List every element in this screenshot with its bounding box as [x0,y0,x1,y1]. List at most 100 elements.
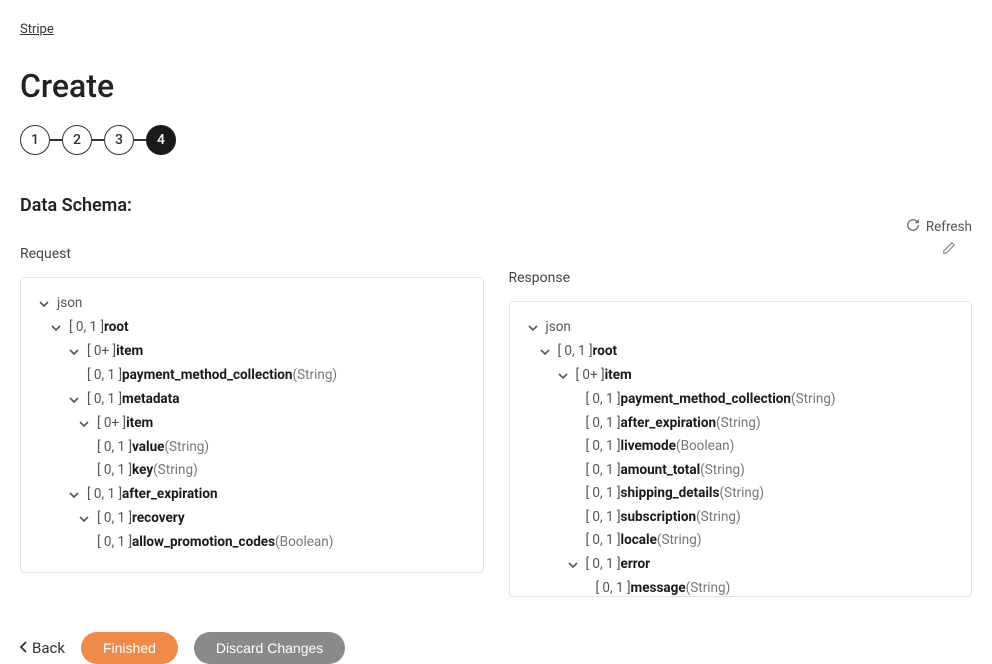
request-node-after_expiration[interactable]: [ 0, 1 ] after_expiration [37,483,467,507]
request-node-metadata[interactable]: [ 0, 1 ] metadata [37,388,467,412]
response-node-livemode[interactable]: [ 0, 1 ] livemode (Boolean) [526,435,956,459]
chevron-down-icon[interactable] [556,369,570,383]
node-type: (String) [719,487,764,501]
cardinality-label: [ 0, 1 ] [69,321,104,335]
node-name: key [132,464,153,478]
back-button[interactable]: Back [20,639,65,657]
cardinality-label: [ 0, 1 ] [586,440,621,454]
request-node-allow_promotion_codes[interactable]: [ 0, 1 ] allow_promotion_codes (Boolean) [37,531,467,555]
response-schema-box[interactable]: json[ 0, 1 ] root[ 0+ ] item[ 0, 1 ] pay… [509,301,973,597]
node-name: after_expiration [122,488,217,502]
discard-changes-button[interactable]: Discard Changes [194,632,345,664]
node-name: shipping_details [621,487,720,501]
request-node-item[interactable]: [ 0+ ] item [37,340,467,364]
cardinality-label: [ 0, 1 ] [97,536,132,550]
pencil-icon [942,240,956,259]
refresh-button[interactable]: Refresh [906,217,972,236]
cardinality-label: [ 0, 1 ] [586,393,621,407]
node-name: value [132,441,164,455]
node-name: root [593,345,618,359]
cardinality-label: [ 0, 1 ] [586,558,621,572]
node-name: message [631,582,686,596]
node-name: metadata [122,393,179,407]
response-node-root[interactable]: [ 0, 1 ] root [526,340,956,364]
chevron-down-icon[interactable] [67,393,81,407]
response-node-error[interactable]: [ 0, 1 ] error [526,553,956,577]
node-type: (String) [292,369,337,383]
step-2[interactable]: 2 [62,125,92,155]
cardinality-label: [ 0, 1 ] [586,534,621,548]
finished-button[interactable]: Finished [81,632,178,664]
request-node-recovery[interactable]: [ 0, 1 ] recovery [37,507,467,531]
response-node-amount_total[interactable]: [ 0, 1 ] amount_total (String) [526,459,956,483]
step-connector [92,139,104,141]
page-title: Create [20,67,972,105]
chevron-down-icon[interactable] [538,345,552,359]
chevron-down-icon[interactable] [566,558,580,572]
response-node-locale[interactable]: [ 0, 1 ] locale (String) [526,529,956,553]
stepper: 1234 [20,125,972,155]
node-name: amount_total [621,464,701,478]
response-node-message[interactable]: [ 0, 1 ] message (String) [526,577,956,598]
response-node-json[interactable]: json [526,316,956,340]
request-schema-box[interactable]: json[ 0, 1 ] root[ 0+ ] item[ 0, 1 ] pay… [20,277,484,573]
response-label: Response [509,270,571,286]
step-connector [50,139,62,141]
breadcrumb-stripe[interactable]: Stripe [20,22,54,37]
node-name: item [116,345,143,359]
node-name: item [126,417,153,431]
cardinality-label: [ 0, 1 ] [586,511,621,525]
cardinality-label: [ 0, 1 ] [586,417,621,431]
response-node-item[interactable]: [ 0+ ] item [526,364,956,388]
node-type: (Boolean) [275,536,333,550]
cardinality-label: [ 0, 1 ] [586,487,621,501]
step-4[interactable]: 4 [146,125,176,155]
cardinality-label: [ 0+ ] [87,345,116,359]
node-name: livemode [621,440,676,454]
request-column: Request json[ 0, 1 ] root[ 0+ ] item[ 0,… [20,241,484,597]
request-node-payment_method_collection[interactable]: [ 0, 1 ] payment_method_collection (Stri… [37,364,467,388]
cardinality-label: [ 0+ ] [576,369,605,383]
node-type: (String) [700,464,745,478]
chevron-down-icon[interactable] [77,417,91,431]
cardinality-label: [ 0+ ] [97,417,126,431]
node-name: error [621,558,651,572]
response-node-subscription[interactable]: [ 0, 1 ] subscription (String) [526,506,956,530]
chevron-down-icon[interactable] [67,345,81,359]
chevron-down-icon[interactable] [49,321,63,335]
edit-button[interactable] [942,240,956,259]
node-type: (String) [791,393,836,407]
chevron-down-icon[interactable] [77,512,91,526]
node-type: (String) [716,417,761,431]
node-type: (Boolean) [676,440,734,454]
cardinality-label: [ 0, 1 ] [97,512,132,526]
footer: Back Finished Discard Changes [20,632,972,664]
response-node-after_expiration[interactable]: [ 0, 1 ] after_expiration (String) [526,412,956,436]
chevron-down-icon[interactable] [37,297,51,311]
node-name: recovery [132,512,185,526]
chevron-down-icon[interactable] [526,321,540,335]
response-node-shipping_details[interactable]: [ 0, 1 ] shipping_details (String) [526,482,956,506]
node-type: (String) [686,582,731,596]
request-node-json[interactable]: json [37,292,467,316]
node-type: (String) [696,511,741,525]
cardinality-label: [ 0, 1 ] [97,464,132,478]
cardinality-label: [ 0, 1 ] [87,393,122,407]
chevron-down-icon[interactable] [67,488,81,502]
response-node-payment_method_collection[interactable]: [ 0, 1 ] payment_method_collection (Stri… [526,388,956,412]
node-name: payment_method_collection [122,369,292,383]
node-name: json [546,321,571,335]
node-name: root [104,321,129,335]
node-name: after_expiration [621,417,716,431]
cardinality-label: [ 0, 1 ] [558,345,593,359]
request-node-value[interactable]: [ 0, 1 ] value (String) [37,436,467,460]
cardinality-label: [ 0, 1 ] [97,441,132,455]
step-3[interactable]: 3 [104,125,134,155]
request-node-key[interactable]: [ 0, 1 ] key (String) [37,459,467,483]
node-name: payment_method_collection [621,393,791,407]
step-1[interactable]: 1 [20,125,50,155]
request-node-item[interactable]: [ 0+ ] item [37,412,467,436]
node-name: locale [621,534,657,548]
node-name: subscription [621,511,697,525]
request-node-root[interactable]: [ 0, 1 ] root [37,316,467,340]
